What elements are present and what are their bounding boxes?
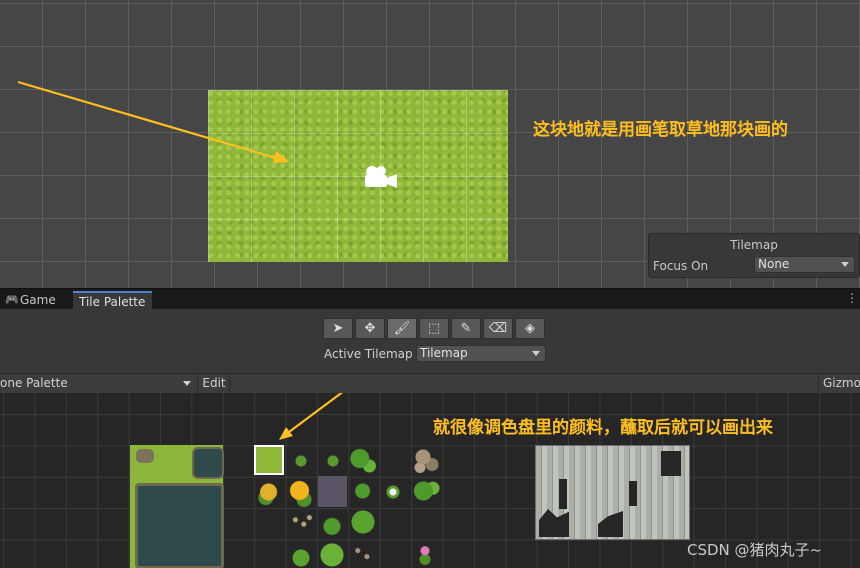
overlay-title: Tilemap <box>730 238 778 252</box>
gamepad-icon: 🎮 <box>5 293 19 306</box>
arrow-cursor-icon: ➤ <box>332 321 344 336</box>
arrow-line <box>17 80 284 162</box>
more-options-icon[interactable]: ⋮ <box>846 291 858 305</box>
edit-button[interactable]: Edit <box>199 374 230 393</box>
move-tool-button[interactable]: ✥ <box>355 318 385 339</box>
focus-on-value: None <box>758 257 790 271</box>
tab-bar: 🎮 Game Tile Palette ⋮ <box>0 288 860 310</box>
arrow-head <box>279 427 293 440</box>
palette-name: one Palette <box>0 376 68 390</box>
palette-grid[interactable]: 就很像调色盘里的颜料，蘸取后就可以画出来 CSDN @猪肉丸子~ <box>0 393 860 568</box>
chevron-down-icon <box>841 262 849 267</box>
scene-view[interactable]: 这块地就是用画笔取草地那块画的 Tilemap Focus On None <box>0 0 860 288</box>
box-fill-icon: ⬚ <box>427 321 441 336</box>
palette-annotation: 就很像调色盘里的颜料，蘸取后就可以画出来 <box>433 418 773 438</box>
gizmos-button[interactable]: Gizmo <box>818 374 860 393</box>
erase-tool-button[interactable]: ⌫ <box>483 318 513 339</box>
picker-tool-button[interactable]: ✎ <box>451 318 481 339</box>
chevron-down-icon <box>183 381 191 386</box>
eraser-icon: ⌫ <box>488 321 508 336</box>
camera-icon[interactable] <box>362 163 400 194</box>
scene-annotation: 这块地就是用画笔取草地那块画的 <box>533 120 788 140</box>
arrow-head <box>273 151 290 163</box>
arrow-line <box>284 393 344 436</box>
focus-on-label: Focus On <box>653 259 709 273</box>
focus-on-dropdown[interactable]: None <box>754 256 855 273</box>
tool-strip: ➤ ✥ 🖌 ⬚ ✎ ⌫ ◈ <box>323 318 546 340</box>
box-fill-tool-button[interactable]: ⬚ <box>419 318 449 339</box>
fill-tool-button[interactable]: ◈ <box>515 318 545 339</box>
palette-selector[interactable]: one Palette <box>0 374 198 393</box>
active-tilemap-dropdown[interactable]: Tilemap <box>416 345 546 362</box>
watermark: CSDN @猪肉丸子~ <box>687 541 823 559</box>
active-tilemap-label: Active Tilemap <box>324 347 413 361</box>
tab-game[interactable]: 🎮 Game <box>2 291 70 310</box>
move-icon: ✥ <box>364 321 376 336</box>
chevron-down-icon <box>532 351 540 356</box>
brush-icon: 🖌 <box>393 321 411 336</box>
select-tool-button[interactable]: ➤ <box>323 318 353 339</box>
tilemap-overlay-panel: Tilemap Focus On None <box>648 233 860 278</box>
paint-bucket-icon: ◈ <box>525 321 535 336</box>
tab-tile-palette-label: Tile Palette <box>79 295 146 309</box>
tab-game-label: Game <box>20 293 56 307</box>
paint-tool-button[interactable]: 🖌 <box>387 318 417 339</box>
palette-bar: one Palette Edit Gizmo <box>0 373 860 394</box>
active-tilemap-value: Tilemap <box>420 346 468 360</box>
eyedropper-icon: ✎ <box>460 321 472 336</box>
tab-tile-palette[interactable]: Tile Palette <box>73 291 152 310</box>
